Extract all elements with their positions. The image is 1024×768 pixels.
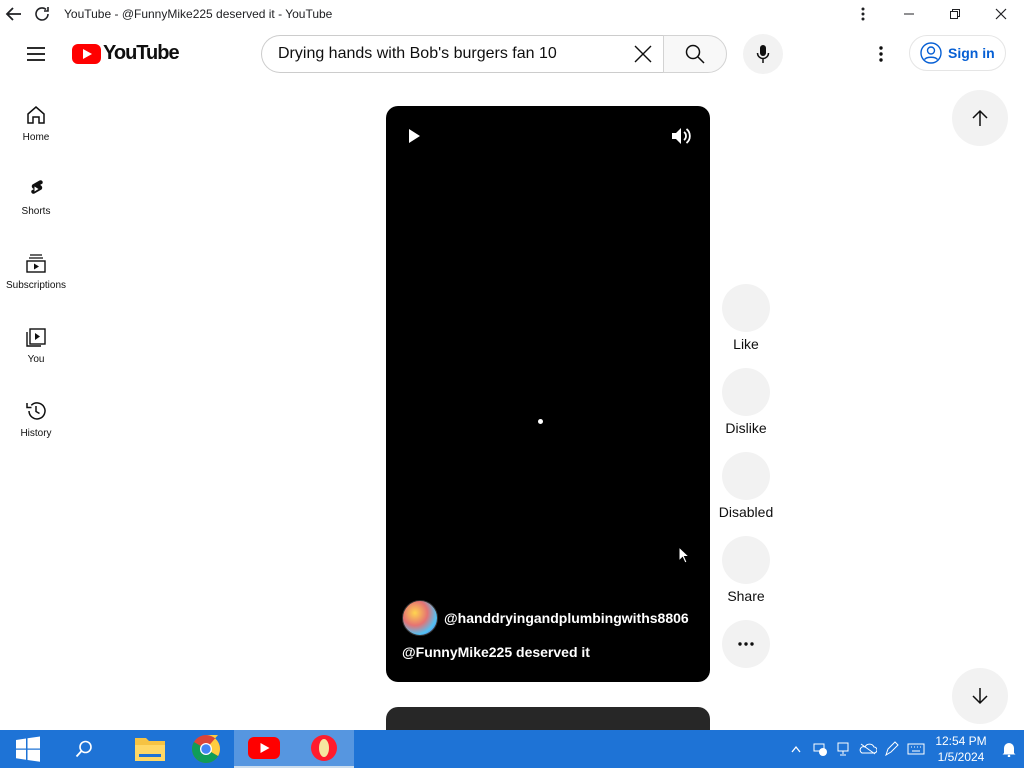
channel-info[interactable]: @handdryingandplumbingwiths8806 [402,600,689,636]
arrow-down-icon [972,688,988,705]
mouse-cursor-icon [678,545,691,569]
clear-search-icon[interactable] [623,36,663,72]
more-options-button[interactable] [722,620,770,668]
pen-icon[interactable] [880,730,904,768]
share-action[interactable]: Share [718,536,774,604]
share-button[interactable] [722,536,770,584]
restore-button[interactable] [932,0,978,28]
dislike-action[interactable]: Dislike [718,368,774,436]
shorts-icon [31,180,43,194]
like-button[interactable] [722,284,770,332]
dislike-label: Dislike [725,420,767,436]
like-action[interactable]: Like [718,284,774,352]
subscriptions-icon [26,254,46,273]
show-hidden-icons[interactable] [784,730,808,768]
youtube-play-logo-icon [72,43,101,64]
back-icon[interactable] [0,0,28,28]
account-icon [920,42,942,64]
youtube-icon [248,737,280,759]
guide-item-label: History [20,428,52,439]
opera-icon [311,735,337,761]
guide-item-shorts[interactable]: Shorts [0,164,72,238]
dislike-button[interactable] [722,368,770,416]
search-input[interactable] [278,45,623,63]
chrome-icon [192,735,220,763]
onedrive-icon[interactable] [856,730,880,768]
volume-icon [672,128,691,144]
close-button[interactable] [978,0,1024,28]
search-box [261,35,727,73]
system-tray: 12:54 PM 1/5/2024 [784,730,1024,768]
play-icon [409,129,420,143]
chrome-button[interactable] [178,730,234,768]
share-label: Share [727,588,765,604]
sign-in-button[interactable]: Sign in [909,35,1006,71]
search-icon [75,740,92,758]
previous-short-button[interactable] [952,90,1008,146]
network-icon[interactable] [832,730,856,768]
window-titlebar: YouTube - @FunnyMike225 deserved it - Yo… [0,0,1024,28]
more-action[interactable] [718,620,774,668]
more-horizontal-icon [738,642,754,646]
guide-item-home[interactable]: Home [0,90,72,164]
reload-icon[interactable] [28,0,56,28]
guide-menu-icon[interactable] [16,36,56,72]
youtube-masthead: YouTube Sign in [0,28,1024,80]
youtube-logo-text: YouTube [103,42,180,64]
next-short-button[interactable] [952,668,1008,724]
sign-in-label: Sign in [948,45,995,61]
comments-button[interactable] [722,452,770,500]
start-button[interactable] [0,730,56,768]
search-icon [685,44,705,64]
window-title: YouTube - @FunnyMike225 deserved it - Yo… [64,7,333,21]
like-label: Like [733,336,759,352]
notifications-icon[interactable] [994,730,1024,768]
folder-icon [135,738,165,761]
you-icon [26,328,46,347]
short-actions: Like Dislike Disabled Share [718,284,774,684]
search-button[interactable] [663,35,727,73]
search-field[interactable] [261,35,663,73]
comments-action[interactable]: Disabled [718,452,774,520]
channel-avatar[interactable] [402,600,438,636]
file-explorer-button[interactable] [122,730,178,768]
windows-logo-icon [16,736,40,762]
microphone-icon [756,45,770,63]
channel-handle[interactable]: @handdryingandplumbingwiths8806 [444,610,689,626]
clock-time: 12:54 PM [935,734,987,748]
mini-guide: Home Shorts Subscriptions You History [0,90,72,460]
short-caption: @FunnyMike225 deserved it [402,644,590,660]
play-button[interactable] [402,124,426,148]
comments-label: Disabled [718,504,774,520]
home-icon [27,106,45,124]
keyboard-icon[interactable] [904,730,928,768]
windows-taskbar: 12:54 PM 1/5/2024 [0,730,1024,768]
volume-button[interactable] [670,124,694,148]
settings-menu-icon[interactable] [866,38,896,70]
browser-menu-icon[interactable] [840,0,886,28]
guide-item-label: Home [22,132,50,143]
arrow-up-icon [972,109,988,126]
guide-item-you[interactable]: You [0,312,72,386]
guide-item-label: Subscriptions [5,280,67,291]
minimize-button[interactable] [886,0,932,28]
opera-taskbar-button[interactable] [294,730,354,768]
sync-status-icon[interactable] [808,730,832,768]
search-taskbar-button[interactable] [56,730,112,768]
guide-item-label: You [27,354,45,365]
guide-item-label: Shorts [21,206,51,217]
history-icon [26,402,46,420]
guide-item-subscriptions[interactable]: Subscriptions [0,238,72,312]
shorts-player[interactable]: @handdryingandplumbingwiths8806 @FunnyMi… [386,106,710,682]
voice-search-button[interactable] [743,34,783,74]
youtube-taskbar-button[interactable] [234,730,294,768]
guide-item-history[interactable]: History [0,386,72,460]
video-frame [538,419,543,424]
youtube-logo[interactable]: YouTube [72,42,180,65]
clock[interactable]: 12:54 PM 1/5/2024 [928,733,994,765]
clock-date: 1/5/2024 [937,750,985,764]
